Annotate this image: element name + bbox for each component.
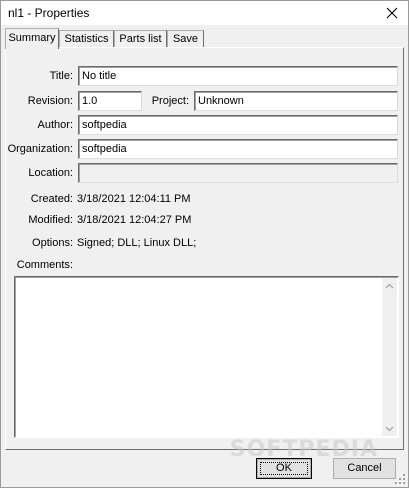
tab-statistics[interactable]: Statistics bbox=[59, 30, 114, 47]
cancel-button-label: Cancel bbox=[347, 462, 382, 474]
cancel-button[interactable]: Cancel bbox=[333, 458, 396, 479]
resize-grip-icon[interactable] bbox=[394, 473, 406, 485]
location-field bbox=[78, 163, 398, 183]
revision-field[interactable]: 1.0 bbox=[78, 91, 142, 111]
tab-save-label: Save bbox=[172, 33, 199, 45]
tab-save[interactable]: Save bbox=[167, 30, 204, 47]
author-field[interactable]: softpedia bbox=[78, 115, 398, 135]
title-bar: nl1 - Properties bbox=[1, 1, 408, 25]
tab-parts-list-label: Parts list bbox=[119, 33, 162, 45]
ok-button[interactable]: OK bbox=[256, 458, 312, 479]
tab-summary-label: Summary bbox=[8, 32, 56, 44]
close-icon bbox=[386, 7, 398, 19]
created-value: 3/18/2021 12:04:11 PM bbox=[77, 193, 191, 205]
modified-label: Modified: bbox=[28, 214, 73, 226]
created-label: Created: bbox=[30, 193, 73, 205]
scroll-down-button[interactable] bbox=[382, 421, 397, 436]
comments-textarea[interactable] bbox=[14, 276, 399, 438]
tab-summary[interactable]: Summary bbox=[5, 28, 59, 49]
title-field[interactable]: No title bbox=[78, 66, 398, 86]
comments-scrollbar[interactable] bbox=[382, 278, 397, 436]
close-button[interactable] bbox=[376, 1, 408, 25]
scroll-up-button[interactable] bbox=[382, 278, 397, 293]
focus-rect bbox=[260, 462, 308, 475]
project-field[interactable]: Unknown bbox=[194, 91, 398, 111]
arrow-up-icon bbox=[385, 283, 394, 288]
modified-value: 3/18/2021 12:04:27 PM bbox=[77, 214, 192, 226]
options-value: Signed; DLL; Linux DLL; bbox=[77, 237, 197, 249]
arrow-down-icon bbox=[385, 426, 394, 431]
tab-statistics-label: Statistics bbox=[64, 33, 109, 45]
revision-label: Revision: bbox=[27, 95, 73, 107]
window-title: nl1 - Properties bbox=[8, 6, 90, 20]
title-label: Title: bbox=[49, 70, 73, 82]
comments-label: Comments: bbox=[16, 259, 73, 271]
project-label: Project: bbox=[151, 95, 189, 107]
tab-parts-list[interactable]: Parts list bbox=[114, 30, 167, 47]
properties-window: nl1 - Properties Summary Statistics Part… bbox=[0, 0, 409, 488]
organization-field[interactable]: softpedia bbox=[78, 139, 398, 159]
organization-label: Organization: bbox=[7, 143, 73, 155]
options-label: Options: bbox=[32, 237, 73, 249]
author-label: Author: bbox=[37, 119, 73, 131]
location-label: Location: bbox=[28, 167, 73, 179]
